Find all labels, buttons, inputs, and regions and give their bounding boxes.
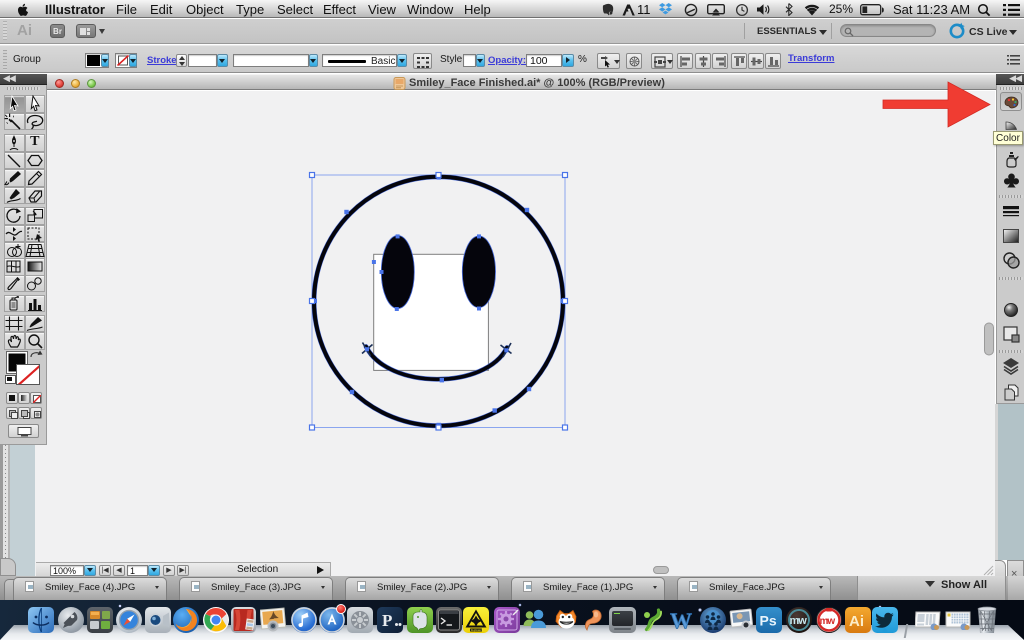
- svg-text:mw: mw: [820, 616, 836, 627]
- svg-text:Ai: Ai: [849, 613, 864, 630]
- svg-text:W: W: [670, 608, 692, 633]
- svg-text:P: P: [382, 611, 392, 630]
- svg-text:Replicator®: Replicator®: [471, 629, 484, 632]
- svg-text:Ps: Ps: [760, 613, 777, 629]
- svg-text:mw: mw: [790, 615, 808, 627]
